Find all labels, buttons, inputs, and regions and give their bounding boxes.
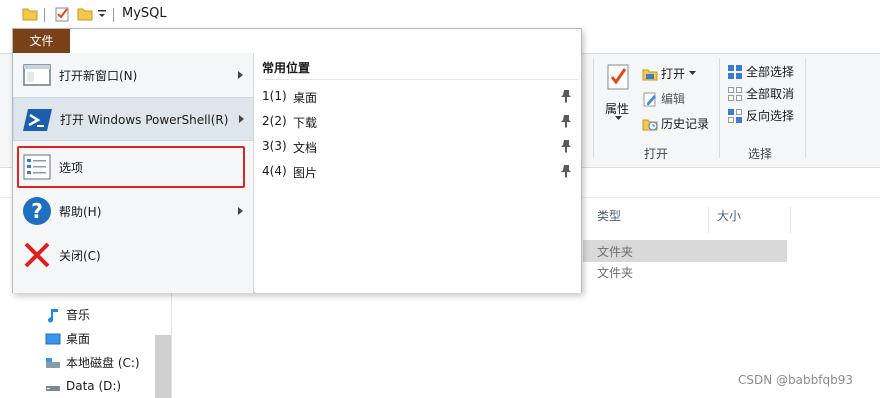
highlight-annotation bbox=[17, 146, 245, 188]
recent-item[interactable]: 1(1) 桌面 bbox=[255, 85, 581, 109]
chevron-right-icon bbox=[238, 71, 243, 79]
select-all-button[interactable]: 全部选择 bbox=[727, 63, 794, 80]
recent-item-name: 图片 bbox=[293, 166, 318, 180]
group-separator bbox=[805, 58, 806, 158]
menu-item-label: 打开 Windows PowerShell(R) bbox=[60, 112, 229, 127]
column-header-type[interactable]: 类型 bbox=[597, 207, 621, 224]
title-bar: MySQL bbox=[0, 0, 880, 30]
toolbar-separator bbox=[44, 8, 45, 22]
group-separator bbox=[593, 58, 594, 158]
recent-locations-panel: 常用位置 1(1) 桌面 2(2) 下载 3(3) 文档 4(4) 图片 bbox=[255, 53, 581, 293]
recent-item-name: 文档 bbox=[293, 141, 318, 155]
open-button[interactable]: 打开 bbox=[642, 65, 697, 82]
properties-icon[interactable] bbox=[605, 63, 631, 91]
open-label: 打开 bbox=[661, 67, 686, 81]
new-window-icon bbox=[23, 64, 51, 86]
nav-item-drive-c[interactable]: 本地磁盘 (C:) bbox=[45, 354, 140, 371]
recent-item-number: 3(3) bbox=[262, 139, 287, 153]
invert-select-label: 反向选择 bbox=[746, 109, 795, 123]
menu-item-label: 关闭(C) bbox=[59, 248, 101, 263]
recent-item-number: 2(2) bbox=[262, 114, 287, 128]
nav-item-music[interactable]: 音乐 bbox=[45, 306, 90, 323]
folder-icon[interactable] bbox=[22, 6, 38, 22]
recent-item-number: 1(1) bbox=[262, 89, 287, 103]
invert-select-icon bbox=[728, 108, 742, 123]
drive-icon bbox=[46, 357, 60, 368]
help-icon: ? bbox=[23, 197, 51, 225]
pin-icon[interactable] bbox=[560, 89, 572, 103]
nav-item-label: Data (D:) bbox=[66, 379, 122, 393]
table-cell-type: 文件夹 bbox=[597, 266, 634, 280]
file-menu-tab[interactable]: 文件 bbox=[13, 29, 70, 53]
history-label: 历史记录 bbox=[661, 117, 710, 131]
pin-icon[interactable] bbox=[560, 139, 572, 153]
recent-item-number: 4(4) bbox=[262, 164, 287, 178]
column-separator[interactable] bbox=[790, 207, 791, 233]
edit-icon bbox=[643, 92, 656, 106]
close-icon bbox=[24, 242, 50, 268]
new-folder-icon[interactable] bbox=[77, 6, 93, 22]
recent-item[interactable]: 4(4) 图片 bbox=[255, 160, 581, 184]
menu-item-powershell[interactable]: 打开 Windows PowerShell(R) bbox=[13, 97, 254, 141]
desktop-icon bbox=[45, 333, 61, 344]
history-icon bbox=[642, 119, 658, 130]
menu-item-new-window[interactable]: 打开新窗口(N) bbox=[13, 53, 254, 97]
chevron-down-icon bbox=[689, 71, 697, 75]
select-none-button[interactable]: 全部取消 bbox=[727, 85, 794, 102]
menu-item-label: 帮助(H) bbox=[59, 204, 102, 219]
column-header-size[interactable]: 大小 bbox=[717, 207, 741, 224]
invert-select-button[interactable]: 反向选择 bbox=[727, 107, 794, 124]
recent-locations-title: 常用位置 bbox=[262, 61, 311, 75]
select-group-label: 选择 bbox=[748, 147, 773, 161]
file-menu: 文件 打开新窗口(N) 打开 Windows PowerShell(R) 选项 … bbox=[12, 28, 582, 293]
nav-item-label: 音乐 bbox=[66, 308, 91, 322]
menu-item-help[interactable]: ? 帮助(H) bbox=[13, 189, 254, 233]
pin-icon[interactable] bbox=[560, 164, 572, 178]
open-group-label: 打开 bbox=[644, 147, 669, 161]
menu-item-close[interactable]: 关闭(C) bbox=[13, 233, 254, 277]
select-none-icon bbox=[728, 86, 742, 101]
group-separator bbox=[719, 58, 720, 158]
watermark-text: CSDN @babbfqb93 bbox=[738, 373, 853, 387]
nav-scrollbar[interactable] bbox=[155, 335, 171, 398]
pin-icon[interactable] bbox=[560, 114, 572, 128]
recent-item-name: 桌面 bbox=[293, 91, 318, 105]
select-all-icon bbox=[728, 64, 742, 79]
customize-dropdown-icon[interactable] bbox=[97, 9, 107, 19]
edit-button[interactable]: 编辑 bbox=[642, 90, 685, 107]
recent-item-name: 下载 bbox=[293, 116, 318, 130]
svg-text:?: ? bbox=[31, 199, 43, 223]
divider bbox=[262, 79, 578, 80]
select-none-label: 全部取消 bbox=[746, 87, 795, 101]
column-separator[interactable] bbox=[708, 207, 709, 233]
edit-label: 编辑 bbox=[661, 92, 686, 106]
properties-button[interactable]: 属性 bbox=[605, 100, 629, 117]
drive-icon bbox=[46, 386, 60, 391]
nav-item-label: 本地磁盘 (C:) bbox=[66, 356, 140, 370]
toolbar-separator bbox=[113, 8, 114, 22]
powershell-icon bbox=[23, 109, 52, 131]
recent-item[interactable]: 3(3) 文档 bbox=[255, 135, 581, 159]
history-button[interactable]: 历史记录 bbox=[642, 115, 709, 132]
menu-item-label: 打开新窗口(N) bbox=[59, 68, 138, 83]
window-title: MySQL bbox=[122, 6, 167, 21]
music-icon bbox=[48, 308, 58, 322]
nav-item-label: 桌面 bbox=[66, 332, 91, 346]
nav-item-drive-d[interactable]: Data (D:) bbox=[45, 378, 121, 394]
properties-check-icon[interactable] bbox=[54, 6, 70, 22]
open-icon bbox=[642, 69, 658, 80]
chevron-right-icon bbox=[238, 207, 243, 215]
nav-item-desktop[interactable]: 桌面 bbox=[45, 330, 90, 347]
recent-item[interactable]: 2(2) 下载 bbox=[255, 110, 581, 134]
chevron-down-icon[interactable] bbox=[615, 116, 622, 121]
table-cell-type: 文件夹 bbox=[597, 245, 634, 259]
select-all-label: 全部选择 bbox=[746, 65, 795, 79]
chevron-right-icon bbox=[239, 115, 244, 123]
